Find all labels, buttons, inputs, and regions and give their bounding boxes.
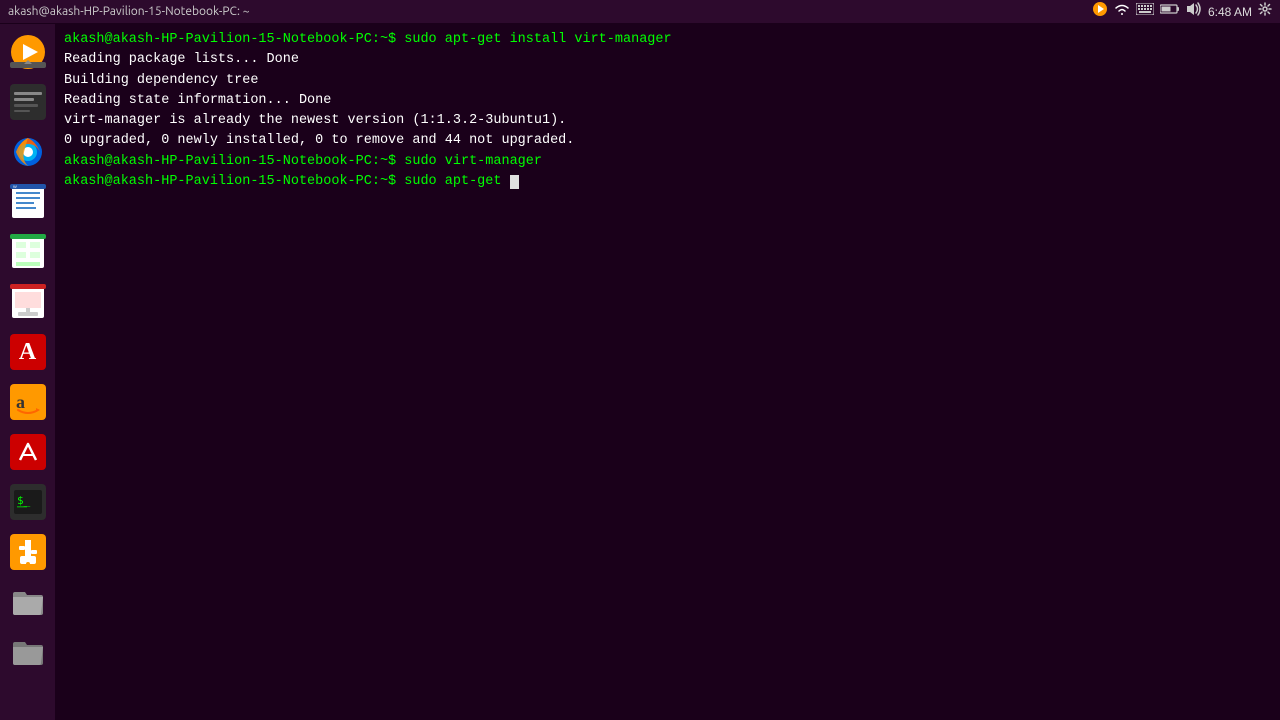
titlebar: akash@akash-HP-Pavilion-15-Notebook-PC: …	[0, 0, 1280, 24]
volume-icon[interactable]	[1186, 1, 1202, 22]
sidebar-item-usb[interactable]	[4, 528, 52, 576]
svg-text:$_: $_	[17, 494, 31, 507]
sidebar-item-vlc[interactable]	[4, 28, 52, 76]
settings-icon[interactable]	[1258, 2, 1272, 21]
terminal-line-7: akash@akash-HP-Pavilion-15-Notebook-PC:~…	[64, 152, 1272, 172]
terminal-line-4: Reading state information... Done	[64, 91, 1272, 111]
sidebar-item-amazon[interactable]: a	[4, 378, 52, 426]
sidebar-item-scratch[interactable]	[4, 428, 52, 476]
terminal-line-5: virt-manager is already the newest versi…	[64, 111, 1272, 131]
terminal[interactable]: akash@akash-HP-Pavilion-15-Notebook-PC:~…	[56, 24, 1280, 720]
sidebar-item-font[interactable]: A	[4, 328, 52, 376]
main-layout: W	[0, 24, 1280, 720]
sidebar-item-firefox[interactable]	[4, 128, 52, 176]
sidebar-item-writer[interactable]: W	[4, 178, 52, 226]
wifi-icon[interactable]	[1114, 1, 1130, 22]
terminal-line-2: Reading package lists... Done	[64, 50, 1272, 70]
system-tray: 6:48 AM	[1092, 1, 1272, 22]
sidebar-item-impress[interactable]	[4, 278, 52, 326]
sidebar: W	[0, 24, 56, 720]
terminal-line-8: akash@akash-HP-Pavilion-15-Notebook-PC:~…	[64, 172, 1272, 192]
clock: 6:48 AM	[1208, 5, 1252, 19]
sidebar-item-calc[interactable]	[4, 228, 52, 276]
sidebar-item-folder2[interactable]	[4, 628, 52, 676]
svg-text:a: a	[16, 392, 25, 412]
terminal-line-1: akash@akash-HP-Pavilion-15-Notebook-PC:~…	[64, 30, 1272, 50]
keyboard-icon	[1136, 3, 1154, 20]
sidebar-item-ubuntu[interactable]	[4, 78, 52, 126]
terminal-line-3: Building dependency tree	[64, 71, 1272, 91]
titlebar-title: akash@akash-HP-Pavilion-15-Notebook-PC: …	[8, 5, 250, 18]
vlc-tray-icon	[1092, 1, 1108, 22]
sidebar-item-terminal[interactable]: $_	[4, 478, 52, 526]
svg-text:W: W	[13, 184, 17, 189]
terminal-line-6: 0 upgraded, 0 newly installed, 0 to remo…	[64, 131, 1272, 151]
sidebar-item-files[interactable]	[4, 578, 52, 626]
terminal-cursor	[510, 175, 519, 189]
battery-icon	[1160, 3, 1180, 20]
